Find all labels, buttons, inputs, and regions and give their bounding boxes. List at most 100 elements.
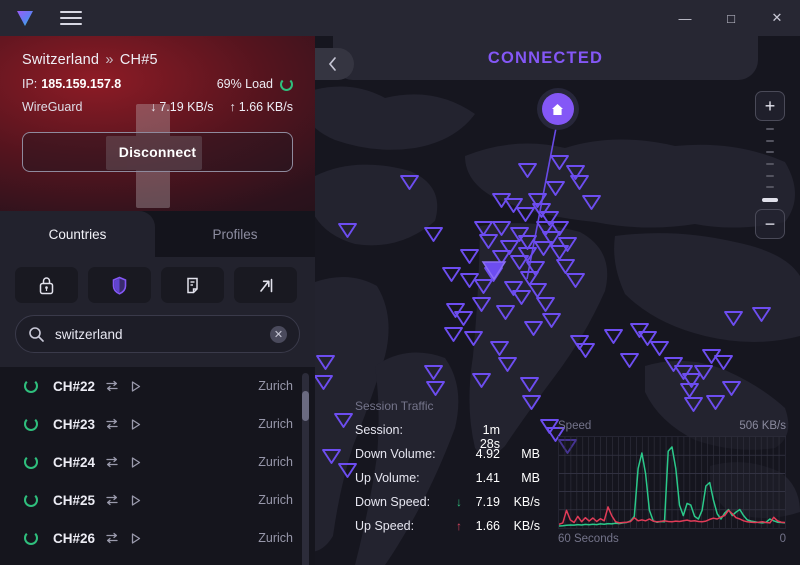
zoom-out-button[interactable]: − <box>755 209 785 239</box>
shield-icon <box>112 276 127 295</box>
down-arrow-icon: ↓ <box>150 100 157 114</box>
server-row[interactable]: CH#25 Zurich <box>0 481 315 519</box>
swap-icon[interactable] <box>105 531 119 545</box>
traffic-unit: MB <box>521 471 540 485</box>
hamburger-menu-icon[interactable] <box>60 5 86 31</box>
speed-graph: Speed 506 KB/s 60 Seconds 0 <box>558 420 786 545</box>
note-icon <box>187 277 198 293</box>
connection-panel: Switzerland » CH#5 IP: 185.159.157.8 69%… <box>0 36 315 211</box>
search-input[interactable] <box>55 326 270 342</box>
traffic-label: Up Speed: <box>355 519 415 533</box>
server-row[interactable]: CH#22 Zurich <box>0 367 315 405</box>
server-name: CH#23 <box>53 416 96 432</box>
traffic-value: 1.41 <box>475 471 500 485</box>
swap-icon[interactable] <box>105 493 119 507</box>
connection-protocol-row: WireGuard ↓ 7.19 KB/s ↑ 1.66 KB/s <box>22 100 293 114</box>
server-list-scrollbar[interactable] <box>302 373 309 565</box>
lock-button[interactable] <box>15 267 78 303</box>
swap-icon[interactable] <box>105 379 119 393</box>
up-speed-item: ↑ 1.66 KB/s <box>230 100 293 114</box>
speed-graph-labels: Speed 506 KB/s <box>558 420 786 432</box>
home-button[interactable] <box>541 93 574 125</box>
clear-search-button[interactable]: ✕ <box>270 325 287 343</box>
connection-separator: » <box>105 52 114 68</box>
search-area: ✕ <box>0 315 315 367</box>
zoom-tick <box>766 174 774 177</box>
minimize-button[interactable]: — <box>662 0 708 36</box>
zoom-tick <box>766 139 774 142</box>
connect-play-icon[interactable] <box>129 418 142 431</box>
swap-icon[interactable] <box>105 455 119 469</box>
server-city: Zurich <box>258 493 293 507</box>
note-button[interactable] <box>161 267 224 303</box>
swap-icon[interactable] <box>105 417 119 431</box>
lock-icon <box>39 276 54 294</box>
ip-label: IP: <box>22 77 38 91</box>
disconnect-button[interactable]: Disconnect <box>22 132 293 172</box>
left-panel: Switzerland » CH#5 IP: 185.159.157.8 69%… <box>0 36 315 565</box>
server-city: Zurich <box>258 455 293 469</box>
server-city: Zurich <box>258 531 293 545</box>
window-controls: — □ ✕ <box>662 0 800 36</box>
speed-graph-max: 506 KB/s <box>739 420 786 432</box>
traffic-row: Up Speed: ↑ 1.66 KB/s <box>355 519 540 543</box>
up-arrow-icon: ↑ <box>229 100 236 114</box>
server-row[interactable]: CH#23 Zurich <box>0 405 315 443</box>
maximize-button[interactable]: □ <box>708 0 754 36</box>
arrow-to-bar-button[interactable] <box>234 267 297 303</box>
app-logo-triangle-icon <box>12 5 38 31</box>
zoom-slider-handle[interactable] <box>762 197 778 202</box>
traffic-value: 4.92 <box>475 447 500 461</box>
server-name: CH#26 <box>53 530 96 546</box>
traffic-row: Up Volume: 1.41 MB <box>355 471 540 495</box>
tab-countries[interactable]: Countries <box>0 211 155 257</box>
arrow-to-bar-icon <box>260 278 273 292</box>
traffic-row: Session: 1m 28s <box>355 423 540 451</box>
panel-tabs: Countries Profiles <box>0 211 315 257</box>
down-speed-item: ↓ 7.19 KB/s <box>150 100 213 114</box>
scrollbar-thumb[interactable] <box>302 391 309 421</box>
zoom-tick <box>766 186 774 189</box>
server-city: Zurich <box>258 417 293 431</box>
connect-play-icon[interactable] <box>129 532 142 545</box>
traffic-row: Down Speed: ↓ 7.19 KB/s <box>355 495 540 519</box>
traffic-unit: KB/s <box>513 519 540 533</box>
tab-profiles[interactable]: Profiles <box>155 211 315 257</box>
map-back-button[interactable] <box>315 48 354 80</box>
speed-graph-plot <box>558 436 786 529</box>
server-row[interactable]: CH#24 Zurich <box>0 443 315 481</box>
close-button[interactable]: ✕ <box>754 0 800 36</box>
connection-title: Switzerland » CH#5 <box>22 52 293 68</box>
search-box[interactable]: ✕ <box>15 315 300 353</box>
zoom-in-button[interactable]: + <box>755 91 785 121</box>
world-map[interactable]: CONNECTED + − Session Traffic Session: 1… <box>315 36 800 565</box>
traffic-unit: KB/s <box>513 495 540 509</box>
traffic-arrow-icon: ↓ <box>456 495 462 509</box>
traffic-arrow-icon: ↑ <box>456 519 462 533</box>
connect-play-icon[interactable] <box>129 494 142 507</box>
zoom-tick <box>766 162 774 165</box>
connect-play-icon[interactable] <box>129 456 142 469</box>
shield-button[interactable] <box>88 267 151 303</box>
title-bar: — □ ✕ <box>0 0 800 36</box>
traffic-label: Down Volume: <box>355 447 436 461</box>
chevron-left-icon <box>328 57 336 71</box>
down-speed-value: 7.19 KB/s <box>159 100 214 114</box>
filter-toolbar <box>0 257 315 315</box>
traffic-label: Up Volume: <box>355 471 420 485</box>
connect-play-icon[interactable] <box>129 380 142 393</box>
speed-graph-xright: 0 <box>779 533 786 545</box>
server-load-ring-icon <box>24 455 38 469</box>
speed-graph-axis: 60 Seconds 0 <box>558 533 786 545</box>
vpn-client-window: — □ ✕ CONNECTED + − Session Traffic Sess… <box>0 0 800 565</box>
server-load-ring-icon <box>24 531 38 545</box>
session-traffic-panel: Session Traffic Session: 1m 28s Down Volum… <box>355 399 540 543</box>
server-row[interactable]: CH#26 Zurich <box>0 519 315 557</box>
connection-country: Switzerland <box>22 52 100 68</box>
session-traffic-rows: Session: 1m 28s Down Volume: 4.92 MB Up Volum… <box>355 423 540 543</box>
speed-graph-title: Speed <box>558 420 592 432</box>
server-name: CH#24 <box>53 454 96 470</box>
server-list[interactable]: CH#22 Zurich CH#23 Zurich CH#24 Zurich CH#25 Zu… <box>0 367 315 565</box>
traffic-label: Session: <box>355 423 403 437</box>
zoom-slider[interactable] <box>762 121 778 209</box>
